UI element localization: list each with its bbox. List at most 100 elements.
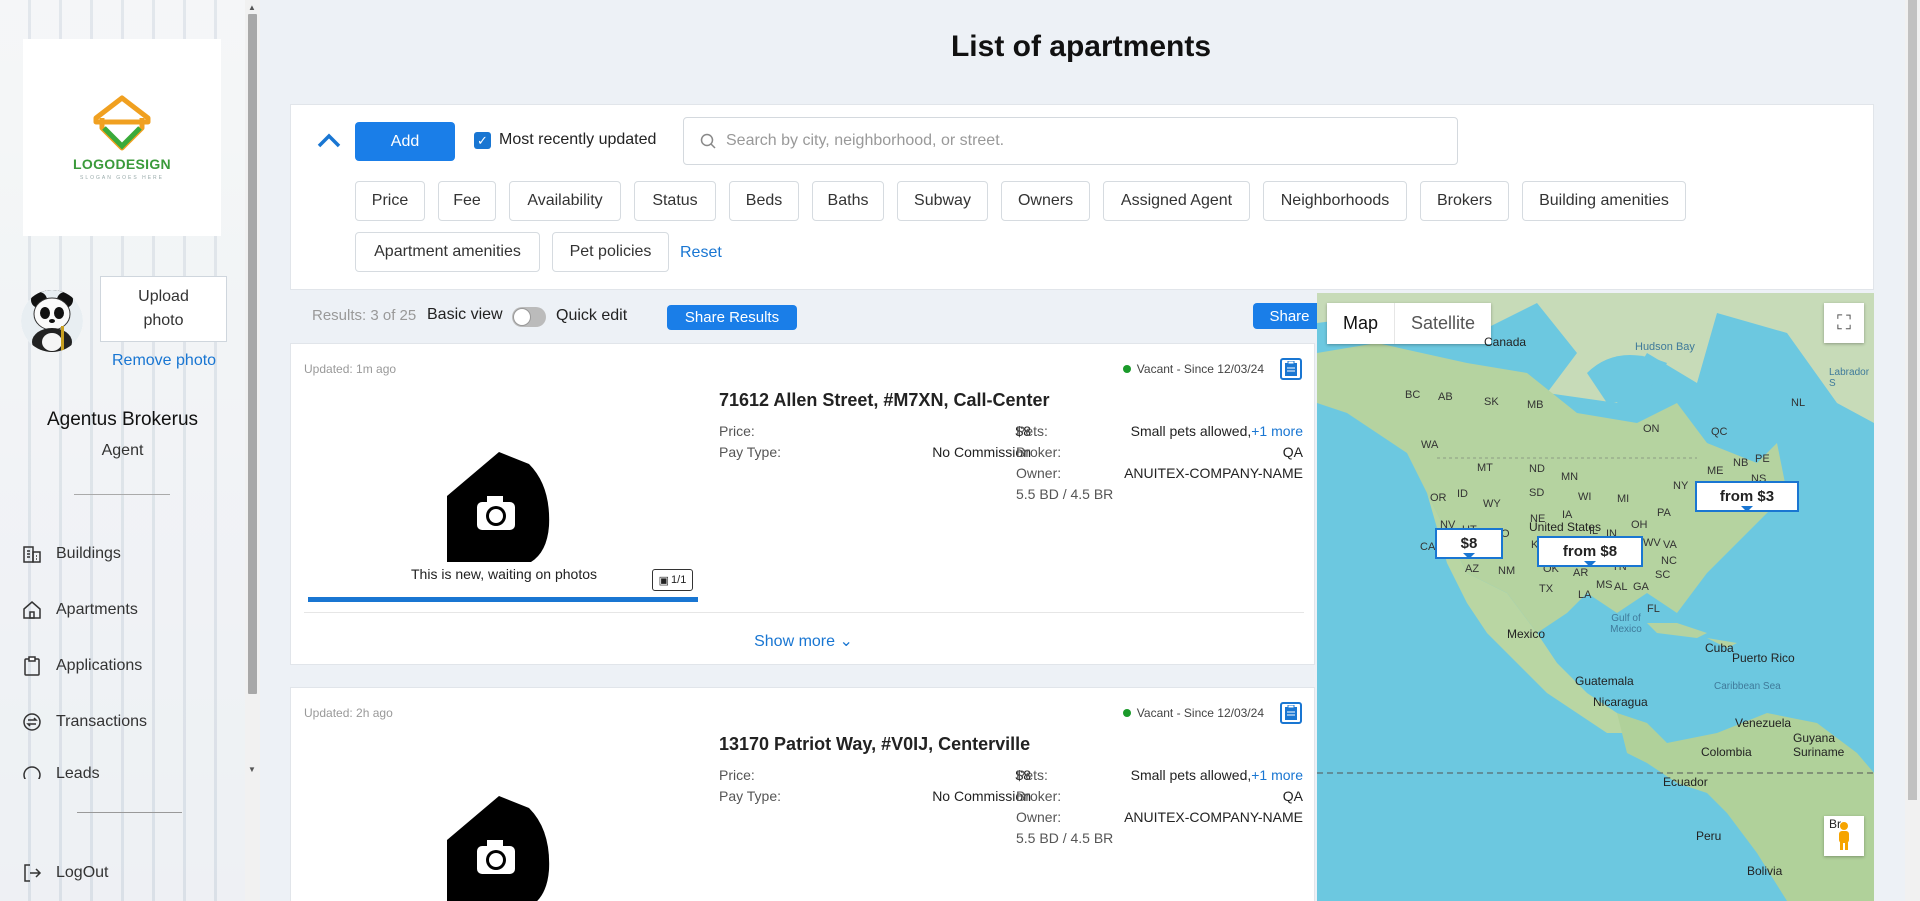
fullscreen-button[interactable]: ⛶ — [1824, 303, 1864, 343]
logo-text: LOGODESIGN — [73, 156, 171, 172]
reset-filters-link[interactable]: Reset — [680, 244, 722, 262]
sidebar-scroll-thumb[interactable] — [248, 14, 257, 694]
broker-label: Broker: — [1016, 444, 1062, 460]
home-icon — [23, 601, 41, 619]
page-scroll-thumb[interactable] — [1908, 0, 1917, 800]
scroll-up-icon[interactable]: ▲ — [248, 3, 256, 12]
pets-text: Small pets allowed, — [1130, 767, 1252, 783]
remove-photo-link[interactable]: Remove photo — [112, 352, 216, 370]
filter-chip-baths[interactable]: Baths — [812, 181, 884, 221]
state-label: VA — [1663, 539, 1677, 551]
basic-view-label: Basic view — [427, 306, 503, 323]
listing-address[interactable]: 13170 Patriot Way, #V0IJ, Centerville — [719, 734, 1030, 755]
filter-chip-neighborhoods[interactable]: Neighborhoods — [1263, 181, 1407, 221]
state-label: AL — [1614, 581, 1628, 593]
broker-value: QA — [1282, 444, 1303, 460]
sidebar-item-applications[interactable]: Applications — [22, 653, 142, 679]
pets-more-link[interactable]: +1 more — [1251, 423, 1303, 439]
sidebar-item-label: Applications — [56, 657, 143, 674]
paytype-label: Pay Type: — [719, 444, 782, 460]
fullscreen-icon: ⛶ — [1837, 311, 1851, 334]
share-button[interactable]: Share — [1253, 303, 1326, 329]
filter-chip-apartment-amenities[interactable]: Apartment amenities — [355, 232, 540, 272]
upload-photo-button[interactable]: Upload photo — [100, 276, 227, 342]
owner-label: Owner: — [1016, 465, 1062, 481]
map-price-marker[interactable]: $8 — [1435, 528, 1503, 559]
state-label: QC — [1711, 426, 1728, 438]
avatar[interactable] — [21, 290, 83, 352]
state-label: NE — [1530, 513, 1546, 525]
results-toolbar: Results: 3 of 25 Basic view Quick edit S… — [290, 298, 1326, 334]
filter-chip-price[interactable]: Price — [355, 181, 425, 221]
filter-chip-fee[interactable]: Fee — [438, 181, 496, 221]
state-label: WI — [1578, 491, 1592, 503]
filter-chip-brokers[interactable]: Brokers — [1420, 181, 1509, 221]
listing-card[interactable]: Updated: 2h ago Vacant - Since 12/03/24 … — [290, 687, 1315, 901]
sidebar-item-apartments[interactable]: Apartments — [22, 597, 138, 623]
status-badge: Vacant - Since 12/03/24 — [1122, 706, 1264, 720]
map-label: Peru — [1696, 829, 1722, 843]
tab-satellite[interactable]: Satellite — [1394, 303, 1491, 344]
map-price-marker[interactable]: from $3 — [1695, 481, 1799, 512]
map-label: Hudson Bay — [1635, 341, 1695, 353]
rooms-info: 5.5 BD / 4.5 BR — [1016, 830, 1114, 846]
sidebar-item-label: Apartments — [56, 601, 138, 618]
pets-more-link[interactable]: +1 more — [1251, 767, 1303, 783]
tab-map[interactable]: Map — [1327, 303, 1394, 344]
clipboard-icon[interactable] — [1280, 702, 1302, 724]
state-label: ND — [1529, 463, 1545, 475]
state-label: MN — [1561, 471, 1579, 483]
filter-chip-subway[interactable]: Subway — [897, 181, 988, 221]
state-label: OR — [1430, 492, 1447, 504]
share-results-button[interactable]: Share Results — [667, 305, 797, 330]
show-more-button[interactable]: Show more ⌄ — [291, 631, 1314, 651]
state-label: NY — [1673, 480, 1689, 492]
map-label: Suriname — [1793, 745, 1845, 759]
owner-label: Owner: — [1016, 809, 1062, 825]
sidebar-scrollbar[interactable]: ▲ ▼ — [245, 0, 260, 901]
status-badge: Vacant - Since 12/03/24 — [1122, 362, 1264, 376]
view-toggle[interactable] — [512, 307, 546, 327]
price-label: Price: — [719, 423, 755, 439]
map-view[interactable]: Map Satellite ⛶ Canada Hudson Bay Labrad… — [1317, 293, 1874, 901]
filter-chip-status[interactable]: Status — [634, 181, 716, 221]
sidebar-item-transactions[interactable]: Transactions — [22, 709, 147, 735]
sidebar-divider — [74, 494, 170, 495]
logout-button[interactable]: LogOut — [22, 860, 108, 886]
state-label: OH — [1631, 519, 1648, 531]
clipboard-icon — [24, 656, 40, 676]
add-button[interactable]: Add — [355, 122, 455, 161]
image-icon: ▣ — [658, 574, 670, 587]
most-recent-checkbox[interactable]: ✓ — [474, 132, 491, 149]
listing-photo-placeholder[interactable] — [309, 444, 699, 584]
scroll-down-icon[interactable]: ▼ — [248, 765, 256, 774]
map-label: Guyana — [1793, 731, 1836, 745]
filter-chip-owners[interactable]: Owners — [1001, 181, 1090, 221]
map-price-marker[interactable]: from $8 — [1537, 536, 1643, 567]
filter-chip-beds[interactable]: Beds — [729, 181, 799, 221]
state-label: ON — [1643, 423, 1660, 435]
listing-card[interactable]: Updated: 1m ago Vacant - Since 12/03/24 … — [290, 343, 1315, 665]
map-label: Br — [1829, 817, 1841, 831]
state-label: BC — [1405, 389, 1421, 401]
filter-chip-assigned-agent[interactable]: Assigned Agent — [1103, 181, 1250, 221]
logo-house-icon — [93, 95, 151, 151]
search-input[interactable] — [726, 132, 1426, 150]
filter-chip-pet-policies[interactable]: Pet policies — [552, 232, 669, 272]
state-label: ME — [1707, 465, 1724, 477]
search-box[interactable] — [683, 117, 1458, 165]
logo-slogan: SLOGAN GOES HERE — [80, 175, 164, 181]
filter-chip-availability[interactable]: Availability — [509, 181, 621, 221]
vacant-dot-icon — [1122, 365, 1131, 373]
collapse-filters-button[interactable] — [315, 127, 343, 155]
state-label: GA — [1633, 581, 1649, 593]
sidebar-item-buildings[interactable]: Buildings — [22, 541, 121, 567]
sidebar-item-leads[interactable]: Leads — [22, 765, 100, 779]
listing-address[interactable]: 71612 Allen Street, #M7XN, Call-Center — [719, 390, 1049, 411]
filter-chip-building-amenities[interactable]: Building amenities — [1522, 181, 1686, 221]
listing-photo-placeholder[interactable] — [309, 788, 699, 901]
page-scrollbar[interactable] — [1905, 0, 1920, 901]
pets-text: Small pets allowed, — [1130, 423, 1252, 439]
state-label: MS — [1596, 579, 1613, 591]
clipboard-icon[interactable] — [1280, 358, 1302, 380]
